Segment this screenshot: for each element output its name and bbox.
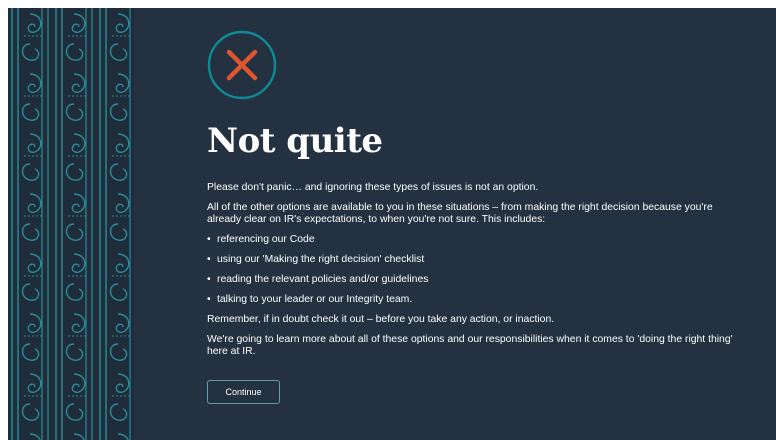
options-list: • referencing our Code • using our 'Making… bbox=[207, 234, 747, 306]
bullet-icon: • bbox=[207, 274, 211, 285]
paragraph-options: All of the other options are available t… bbox=[207, 202, 713, 225]
bullet-icon: • bbox=[207, 294, 211, 305]
feedback-body: Please don't panic… and ignoring these t… bbox=[207, 182, 747, 358]
list-item: • talking to your leader or our Integrity… bbox=[207, 294, 413, 305]
list-item: • referencing our Code bbox=[207, 234, 315, 245]
screenshot-frame: Not quite Please don't panic… and ignori… bbox=[0, 0, 776, 440]
paragraph-learn-more: We're going to learn more about all of t… bbox=[207, 334, 733, 357]
list-item: • reading the relevant policies and/or gu… bbox=[207, 274, 429, 285]
continue-button[interactable]: Continue bbox=[207, 380, 280, 404]
bullet-icon: • bbox=[207, 254, 211, 265]
paragraph-reminder: Remember, if in doubt check it out – bef… bbox=[207, 314, 555, 325]
decorative-pattern-panel bbox=[8, 8, 140, 440]
feedback-screen: Not quite Please don't panic… and ignori… bbox=[8, 8, 776, 440]
x-mark-icon bbox=[207, 30, 277, 100]
bullet-icon: • bbox=[207, 234, 211, 245]
feedback-title: Not quite bbox=[207, 121, 383, 161]
list-item: • using our 'Making the right decision' c… bbox=[207, 254, 425, 265]
paragraph-reassurance: Please don't panic… and ignoring these t… bbox=[207, 182, 539, 193]
feedback-content: Not quite Please don't panic… and ignori… bbox=[207, 30, 747, 404]
